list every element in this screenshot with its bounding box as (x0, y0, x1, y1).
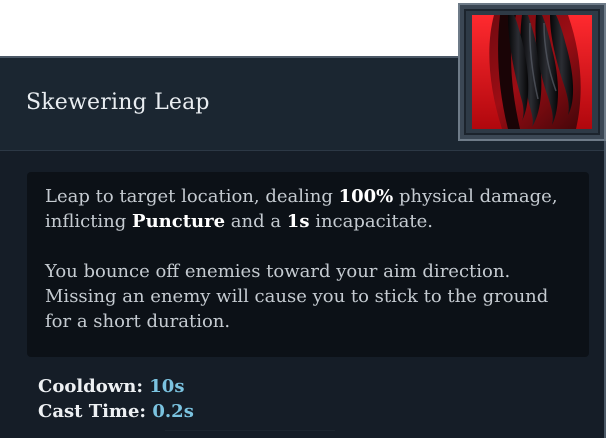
cast-time-stat: Cast Time: 0.2s (38, 399, 194, 424)
ability-title: Skewering Leap (26, 90, 210, 115)
cooldown-stat: Cooldown: 10s (38, 374, 194, 399)
footer-divider (165, 430, 335, 441)
description-text: Leap to target location, dealing (45, 186, 339, 207)
description-text: incapacitate. (309, 211, 434, 232)
cast-time-value: 0.2s (152, 401, 194, 422)
cooldown-value: 10s (149, 376, 185, 397)
cast-time-label: Cast Time: (38, 401, 147, 422)
ability-icon-frame (458, 3, 606, 141)
puncture-keyword: Puncture (132, 211, 226, 232)
incapacitate-duration-highlight: 1s (286, 211, 310, 232)
description-text: and a (225, 211, 287, 232)
description-paragraph-1: Leap to target location, dealing 100% ph… (45, 184, 571, 234)
red-claw-talon-icon (472, 15, 592, 129)
ability-description: Leap to target location, dealing 100% ph… (27, 172, 589, 357)
cooldown-label: Cooldown: (38, 376, 143, 397)
damage-percent-highlight: 100% (338, 186, 394, 207)
description-paragraph-2: You bounce off enemies toward your aim d… (45, 261, 549, 332)
ability-stats: Cooldown: 10s Cast Time: 0.2s (38, 374, 194, 424)
